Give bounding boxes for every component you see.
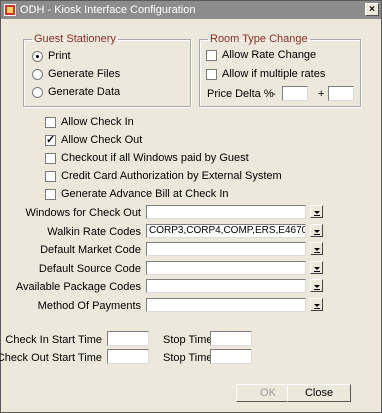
walkin-rate-codes-dropdown-icon[interactable] [310, 224, 323, 237]
windows-check-out-input[interactable] [146, 205, 306, 219]
allow-check-in[interactable]: Allow Check In [45, 116, 134, 128]
allow-rate-change-label: Allow Rate Change [222, 49, 317, 61]
radio-print-indicator[interactable] [32, 50, 43, 62]
method-of-payments-dropdown-icon[interactable] [310, 298, 323, 311]
allow-check-out-checkbox[interactable] [45, 133, 56, 146]
radio-generate-data-indicator[interactable] [32, 86, 43, 98]
window-title: ODH - Kiosk Interface Configuration [20, 4, 196, 16]
check-out-stop-label: Stop Time [163, 352, 213, 364]
app-icon [4, 4, 16, 16]
price-delta-label: Price Delta % [207, 88, 274, 100]
radio-generate-files-indicator[interactable] [32, 68, 43, 80]
method-of-payments-label: Method Of Payments [37, 300, 141, 312]
available-package-codes-label: Available Package Codes [15, 281, 141, 293]
generate-advance-bill-label: Generate Advance Bill at Check In [61, 188, 229, 200]
allow-multiple-rates-checkbox[interactable] [206, 68, 217, 80]
default-source-code-dropdown-icon[interactable] [310, 261, 323, 274]
allow-check-in-checkbox[interactable] [45, 116, 56, 128]
close-window-icon[interactable]: × [365, 3, 379, 16]
close-button[interactable]: Close [287, 384, 351, 402]
windows-check-out-dropdown-icon[interactable] [310, 205, 323, 218]
radio-generate-data-label: Generate Data [48, 86, 121, 98]
check-in-stop-label: Stop Time [163, 334, 213, 346]
available-package-codes-input[interactable] [146, 279, 306, 293]
check-in-start-input[interactable] [107, 331, 149, 346]
default-source-code-label: Default Source Code [38, 263, 141, 275]
default-market-code-input[interactable] [146, 242, 306, 256]
check-in-stop-input[interactable] [210, 331, 252, 346]
walkin-rate-codes-label: Walkin Rate Codes [47, 226, 141, 238]
generate-advance-bill[interactable]: Generate Advance Bill at Check In [45, 188, 229, 200]
allow-multiple-rates[interactable]: Allow if multiple rates [206, 68, 325, 80]
check-in-start-label: Check In Start Time [5, 334, 102, 346]
radio-generate-files-label: Generate Files [48, 68, 121, 80]
allow-check-out[interactable]: Allow Check Out [45, 133, 143, 146]
allow-rate-change[interactable]: Allow Rate Change [206, 49, 316, 61]
generate-advance-bill-checkbox[interactable] [45, 188, 56, 200]
price-delta-minus-input[interactable] [282, 86, 308, 101]
default-market-code-dropdown-icon[interactable] [310, 242, 323, 255]
kiosk-config-window: ODH - Kiosk Interface Configuration × Gu… [0, 0, 382, 413]
checkout-windows-paid-label: Checkout if all Windows paid by Guest [61, 152, 249, 164]
credit-card-auth-external[interactable]: Credit Card Authorization by External Sy… [45, 170, 282, 182]
method-of-payments-input[interactable] [146, 298, 306, 312]
price-delta-plus-input[interactable] [328, 86, 354, 101]
radio-generate-files[interactable]: Generate Files [32, 68, 120, 80]
checkout-windows-paid[interactable]: Checkout if all Windows paid by Guest [45, 152, 249, 164]
room-type-change-legend: Room Type Change [210, 33, 308, 45]
allow-multiple-rates-label: Allow if multiple rates [222, 68, 326, 80]
check-out-stop-input[interactable] [210, 349, 252, 364]
check-out-start-input[interactable] [107, 349, 149, 364]
available-package-codes-dropdown-icon[interactable] [310, 279, 323, 292]
radio-generate-data[interactable]: Generate Data [32, 86, 120, 98]
price-delta-plus-sign: + [318, 88, 325, 100]
price-delta-minus-sign: - [272, 88, 276, 100]
allow-rate-change-checkbox[interactable] [206, 49, 217, 61]
radio-print-label: Print [48, 50, 71, 62]
title-bar: ODH - Kiosk Interface Configuration × [1, 1, 381, 19]
checkout-windows-paid-checkbox[interactable] [45, 152, 56, 164]
walkin-rate-codes-input[interactable]: CORP3,CORP4,COMP,ERS,E4670,ABT [146, 224, 306, 238]
default-market-code-label: Default Market Code [40, 244, 141, 256]
allow-check-in-label: Allow Check In [61, 116, 134, 128]
check-out-start-label: Check Out Start Time [0, 352, 102, 364]
windows-check-out-label: Windows for Check Out [25, 207, 141, 219]
default-source-code-input[interactable] [146, 261, 306, 275]
allow-check-out-label: Allow Check Out [61, 134, 143, 146]
guest-stationery-legend: Guest Stationery [34, 33, 116, 45]
credit-card-auth-external-checkbox[interactable] [45, 170, 56, 182]
radio-print[interactable]: Print [32, 50, 71, 62]
credit-card-auth-external-label: Credit Card Authorization by External Sy… [61, 170, 282, 182]
